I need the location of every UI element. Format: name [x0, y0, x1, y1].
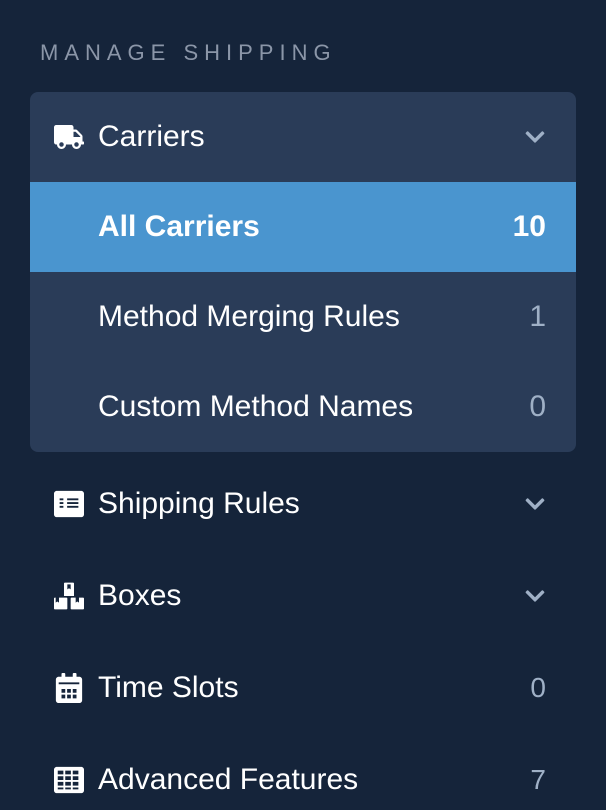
truck-icon [54, 122, 98, 152]
section-title: MANAGE SHIPPING [40, 40, 576, 66]
sidebar-item-count: 0 [530, 672, 546, 704]
sidebar-item-time-slots[interactable]: Time Slots 0 [30, 642, 576, 734]
chevron-down-icon [524, 126, 546, 148]
sidebar-subitem-count: 0 [529, 390, 546, 424]
sidebar-item-shipping-rules[interactable]: Shipping Rules [30, 458, 576, 550]
sidebar-subitem-method-merging-rules[interactable]: Method Merging Rules 1 [30, 272, 576, 362]
sidebar-item-boxes[interactable]: Boxes [30, 550, 576, 642]
calendar-icon [54, 673, 98, 703]
sidebar-item-label: Boxes [98, 579, 524, 613]
boxes-icon [54, 581, 98, 611]
sidebar-list: Shipping Rules Boxes Time Slots 0 [30, 452, 576, 810]
sidebar-item-count: 7 [530, 764, 546, 796]
sidebar-item-label: Advanced Features [98, 763, 530, 797]
carriers-panel: Carriers All Carriers 10 Method Merging … [30, 92, 576, 452]
sidebar-subitem-label: Method Merging Rules [98, 300, 529, 334]
sidebar-item-label: Time Slots [98, 671, 530, 705]
list-icon [54, 489, 98, 519]
sidebar-subitem-label: Custom Method Names [98, 390, 529, 424]
sidebar-subitem-count: 1 [529, 300, 546, 334]
chevron-down-icon [524, 493, 546, 515]
sidebar-subitem-all-carriers[interactable]: All Carriers 10 [30, 182, 576, 272]
sidebar-item-label: Shipping Rules [98, 487, 524, 521]
sidebar-subitem-custom-method-names[interactable]: Custom Method Names 0 [30, 362, 576, 452]
chevron-down-icon [524, 585, 546, 607]
sidebar-subitem-count: 10 [513, 210, 546, 244]
grid-icon [54, 765, 98, 795]
sidebar-item-label: Carriers [98, 120, 524, 154]
sidebar-item-advanced-features[interactable]: Advanced Features 7 [30, 734, 576, 810]
sidebar-item-carriers[interactable]: Carriers [30, 92, 576, 182]
sidebar-subitem-label: All Carriers [98, 210, 513, 244]
